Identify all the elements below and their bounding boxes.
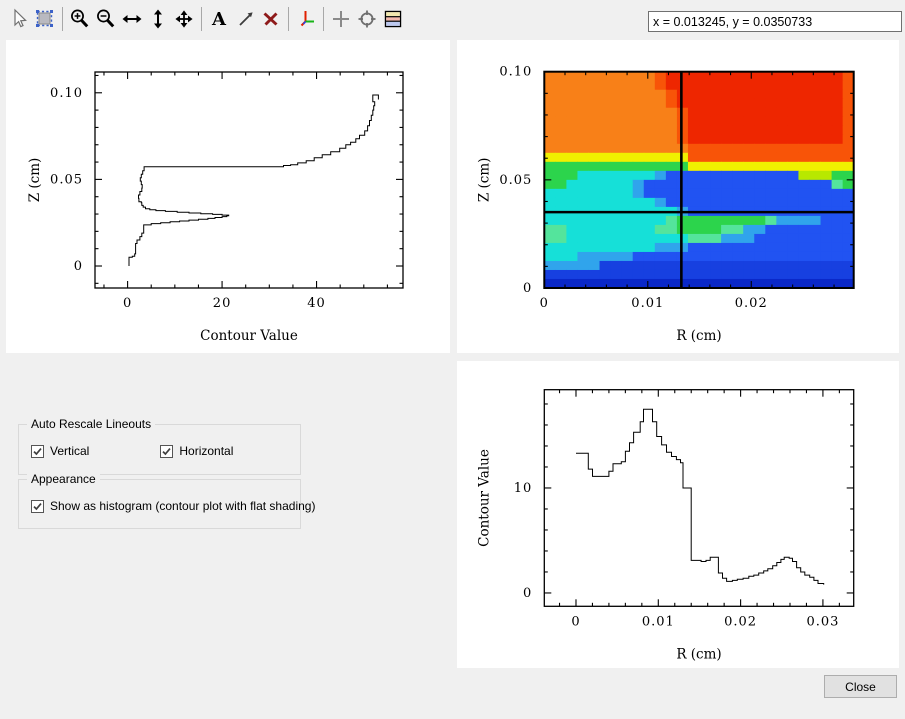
toolbar-separator (288, 7, 289, 31)
svg-text:0.01: 0.01 (631, 296, 664, 311)
spacer (89, 444, 160, 458)
expand-vertical-icon[interactable] (145, 6, 171, 32)
svg-text:A: A (211, 9, 227, 30)
horizontal-lineout-panel: 0 0.01 0.02 0.03 0 10 R (cm) Contour Value (457, 361, 899, 668)
draw-arrow-icon[interactable] (232, 6, 258, 32)
svg-text:40: 40 (307, 296, 326, 311)
vertical-lineout-panel: 0 20 40 0 0.05 0.10 Contour Value Z (cm) (6, 40, 450, 353)
svg-text:R (cm): R (cm) (676, 328, 721, 344)
horizontal-lineout-plot[interactable]: 0 0.01 0.02 0.03 0 10 R (cm) Contour Value (457, 361, 899, 668)
svg-text:10: 10 (514, 481, 533, 496)
checkbox-box[interactable] (31, 445, 44, 458)
contour-plot-panel: 0 0.01 0.02 0 0.05 0.10 R (cm) Z (cm) (457, 40, 899, 353)
svg-text:0.10: 0.10 (50, 86, 83, 101)
pan-icon[interactable] (171, 6, 197, 32)
svg-text:0.05: 0.05 (499, 173, 532, 188)
expand-horizontal-icon[interactable] (119, 6, 145, 32)
target-icon[interactable] (354, 6, 380, 32)
svg-text:0: 0 (74, 259, 83, 274)
checkbox-label: Horizontal (179, 444, 233, 458)
svg-text:0: 0 (523, 586, 532, 601)
svg-text:0.10: 0.10 (499, 65, 532, 80)
checkbox-box[interactable] (31, 500, 44, 513)
delete-annotation-icon[interactable] (258, 6, 284, 32)
svg-text:0.03: 0.03 (806, 614, 839, 629)
svg-text:0: 0 (571, 614, 580, 629)
checkbox-show-as-histogram-contour-plot-with-flat-shading[interactable]: Show as histogram (contour plot with fla… (31, 499, 315, 513)
add-text-icon[interactable]: A (206, 6, 232, 32)
axes-icon[interactable] (293, 6, 319, 32)
svg-text:Contour Value: Contour Value (200, 328, 298, 344)
svg-text:20: 20 (213, 296, 232, 311)
vertical-lineout-plot[interactable]: 0 20 40 0 0.05 0.10 Contour Value Z (cm) (6, 40, 450, 353)
svg-text:Contour Value: Contour Value (476, 449, 492, 547)
crosshair-icon[interactable] (328, 6, 354, 32)
svg-text:0: 0 (123, 296, 132, 311)
svg-text:R (cm): R (cm) (676, 646, 721, 662)
svg-text:0.05: 0.05 (50, 172, 83, 187)
close-button[interactable]: Close (824, 675, 897, 698)
checkbox-label: Vertical (50, 444, 89, 458)
contour-plot[interactable]: 0 0.01 0.02 0 0.05 0.10 R (cm) Z (cm) (457, 40, 899, 353)
svg-text:0: 0 (523, 281, 532, 296)
pointer-icon[interactable] (6, 6, 32, 32)
svg-text:0.01: 0.01 (642, 614, 675, 629)
coordinate-readout[interactable] (648, 11, 902, 32)
toolbar-separator (201, 7, 202, 31)
zoom-in-icon[interactable] (67, 6, 93, 32)
toolbar-separator (62, 7, 63, 31)
colormap-icon[interactable] (380, 6, 406, 32)
svg-text:0: 0 (540, 296, 549, 311)
checkbox-horizontal[interactable]: Horizontal (160, 444, 233, 458)
svg-text:0.02: 0.02 (724, 614, 757, 629)
toolbar-separator (323, 7, 324, 31)
checkbox-vertical[interactable]: Vertical (31, 444, 89, 458)
svg-text:Z (cm): Z (cm) (27, 158, 43, 203)
zoom-out-icon[interactable] (93, 6, 119, 32)
checkbox-label: Show as histogram (contour plot with fla… (50, 499, 315, 513)
groupbox-title: Auto Rescale Lineouts (27, 417, 155, 431)
zoom-box-icon[interactable] (32, 6, 58, 32)
auto-rescale-groupbox: Auto Rescale Lineouts VerticalHorizontal (18, 424, 301, 475)
svg-text:0.02: 0.02 (735, 296, 768, 311)
groupbox-title: Appearance (27, 472, 100, 486)
svg-text:Z (cm): Z (cm) (476, 158, 492, 203)
appearance-groupbox: Appearance Show as histogram (contour pl… (18, 479, 301, 529)
checkbox-box[interactable] (160, 445, 173, 458)
